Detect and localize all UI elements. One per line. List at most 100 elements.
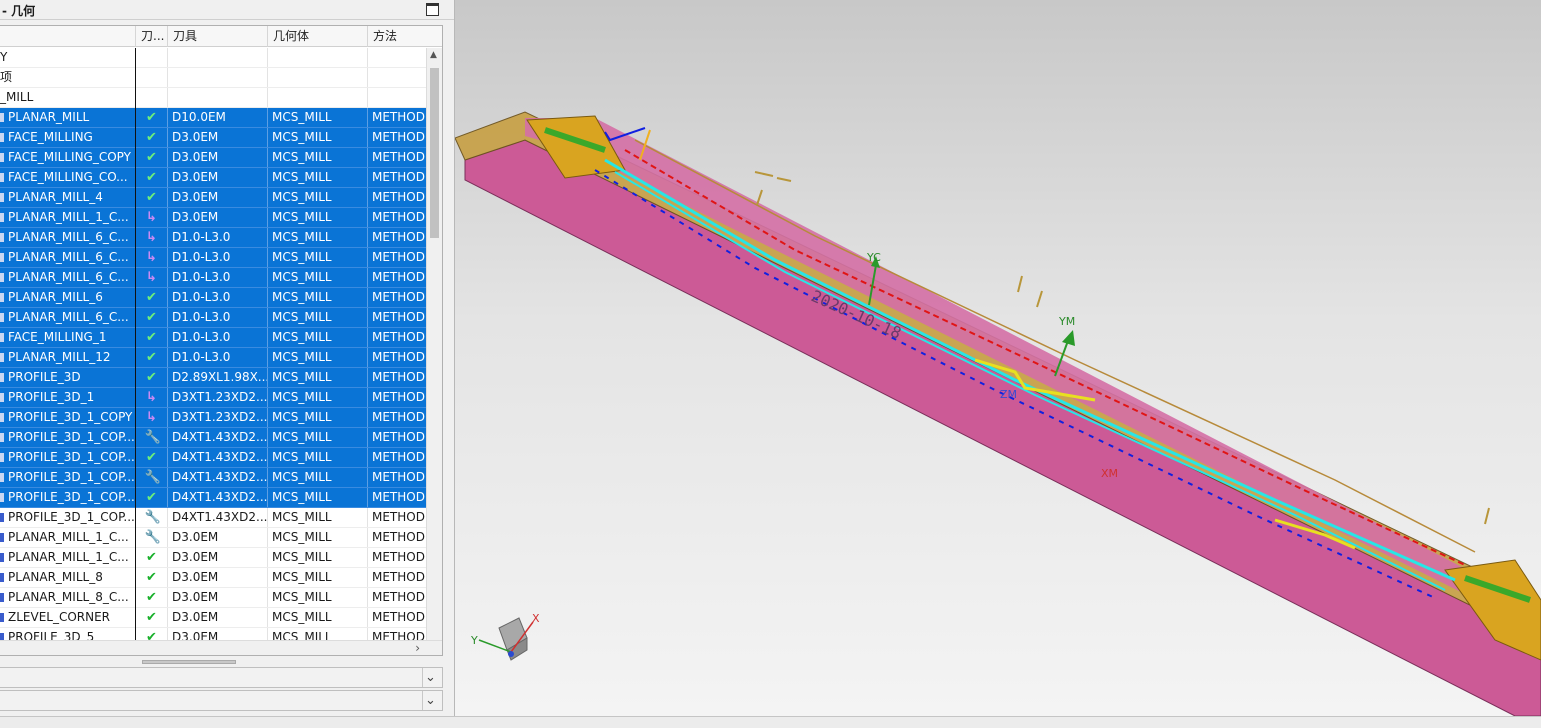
op-geometry-text: MCS_MILL (272, 590, 332, 604)
dependencies-panel[interactable]: ⌄ (0, 690, 443, 711)
operation-icon (0, 413, 4, 422)
splitter-handle[interactable] (142, 660, 236, 664)
op-tool-text: D3.0EM (172, 590, 219, 604)
scroll-up-icon[interactable]: ▲ (430, 50, 437, 60)
op-name: PROFILE_3D_1_COP... (0, 428, 136, 447)
op-name-text: Y (0, 50, 8, 64)
op-geometry-text: MCS_MILL (272, 130, 332, 144)
table-row[interactable]: 项 (0, 68, 426, 88)
op-tool: D3.0EM (168, 188, 268, 207)
details-panel[interactable]: ⌄ (0, 667, 443, 688)
op-method-text: METHOD (372, 550, 425, 564)
op-geometry: MCS_MILL (268, 208, 368, 227)
table-row[interactable]: PLANAR_MILL_6 ✔ D1.0-L3.0 MCS_MILL METHOD (0, 288, 426, 308)
vertical-scroll-thumb[interactable] (430, 68, 439, 238)
table-row[interactable]: PLANAR_MILL_8_C... ✔ D3.0EM MCS_MILL METHOD (0, 588, 426, 608)
column-header-tool[interactable]: 刀具 (168, 26, 268, 47)
table-row[interactable]: PLANAR_MILL_4 ✔ D3.0EM MCS_MILL METHOD (0, 188, 426, 208)
op-name-text: PLANAR_MILL_1_C... (8, 210, 129, 224)
part-body (464, 139, 1541, 716)
table-row[interactable]: FACE_MILLING_COPY ✔ D3.0EM MCS_MILL METHOD (0, 148, 426, 168)
op-tool: D3.0EM (168, 128, 268, 147)
op-geometry: MCS_MILL (268, 448, 368, 467)
op-name: PROFILE_3D_1_COPY (0, 408, 136, 427)
table-row[interactable]: Y (0, 48, 426, 68)
op-geometry: MCS_MILL (268, 528, 368, 547)
scroll-right-icon[interactable]: › (415, 641, 420, 655)
op-geometry-text: MCS_MILL (272, 570, 332, 584)
table-row[interactable]: PLANAR_MILL_6_C... ↳ D1.0-L3.0 MCS_MILL METH… (0, 268, 426, 288)
table-row[interactable]: PLANAR_MILL_6_C... ✔ D1.0-L3.0 MCS_MILL METH… (0, 308, 426, 328)
table-row[interactable]: PLANAR_MILL ✔ D10.0EM MCS_MILL METHOD (0, 108, 426, 128)
op-status (136, 48, 168, 67)
table-row[interactable]: PROFILE_3D_1_COP... 🔧 D4XT1.43XD2... MCS_MI… (0, 468, 426, 488)
column-header-method[interactable]: 方法 (368, 26, 426, 47)
op-method (368, 68, 426, 87)
table-row[interactable]: PROFILE_3D_1_COP... ✔ D4XT1.43XD2... MCS_MI… (0, 488, 426, 508)
op-status: ✔ (136, 348, 168, 367)
table-row[interactable]: PLANAR_MILL_1_C... 🔧 D3.0EM MCS_MILL METHOD (0, 528, 426, 548)
op-status: ✔ (136, 148, 168, 167)
op-tool-text: D3.0EM (172, 610, 219, 624)
table-row[interactable]: PROFILE_3D_1_COP... 🔧 D4XT1.43XD2... MCS_MI… (0, 428, 426, 448)
table-row[interactable]: _MILL (0, 88, 426, 108)
op-geometry-text: MCS_MILL (272, 430, 332, 444)
table-row[interactable]: PLANAR_MILL_1_C... ✔ D3.0EM MCS_MILL METHOD (0, 548, 426, 568)
column-header-geometry[interactable]: 几何体 (268, 26, 368, 47)
regenerate-icon: ↳ (146, 390, 157, 405)
op-tool: D2.89XL1.98X... (168, 368, 268, 387)
graphics-viewport[interactable]: YC YM ZM XM 2020-10-18 X Y (455, 0, 1541, 716)
vertical-scrollbar[interactable]: ▲ ⌄ (426, 48, 442, 647)
op-method: METHOD (368, 268, 426, 287)
horizontal-scrollbar[interactable]: › (0, 640, 442, 655)
op-tool-text: D3XT1.23XD2... (172, 410, 268, 424)
op-geometry: MCS_MILL (268, 388, 368, 407)
op-geometry: MCS_MILL (268, 168, 368, 187)
table-row[interactable]: PROFILE_3D_1 ↳ D3XT1.23XD2... MCS_MILL METHO… (0, 388, 426, 408)
column-header-name[interactable] (0, 26, 136, 47)
op-method: METHOD (368, 508, 426, 527)
panel-splitter[interactable] (0, 657, 443, 665)
op-geometry-text: MCS_MILL (272, 150, 332, 164)
table-row[interactable]: PROFILE_3D_1_COPY ↳ D3XT1.23XD2... MCS_MILL… (0, 408, 426, 428)
op-status: ✔ (136, 328, 168, 347)
op-name: PLANAR_MILL_6_C... (0, 248, 136, 267)
operation-icon (0, 113, 4, 122)
chevron-down-icon[interactable]: ⌄ (422, 668, 438, 687)
op-geometry-text: MCS_MILL (272, 370, 332, 384)
table-row[interactable]: FACE_MILLING_CO... ✔ D3.0EM MCS_MILL METHOD (0, 168, 426, 188)
operation-icon (0, 493, 4, 502)
op-method-text: METHOD (372, 390, 425, 404)
op-name: PROFILE_3D_1_COP... (0, 488, 136, 507)
table-row[interactable]: PLANAR_MILL_8 ✔ D3.0EM MCS_MILL METHOD (0, 568, 426, 588)
op-tool (168, 88, 268, 107)
wrench-icon: 🔧 (144, 510, 161, 525)
op-status: ↳ (136, 228, 168, 247)
op-status: ✔ (136, 288, 168, 307)
table-row[interactable]: PROFILE_3D ✔ D2.89XL1.98X... MCS_MILL METHOD (0, 368, 426, 388)
table-row[interactable]: ZLEVEL_CORNER ✔ D3.0EM MCS_MILL METHOD (0, 608, 426, 628)
table-row[interactable]: PLANAR_MILL_1_C... ↳ D3.0EM MCS_MILL METHOD (0, 208, 426, 228)
table-row[interactable]: FACE_MILLING ✔ D3.0EM MCS_MILL METHOD (0, 128, 426, 148)
operation-navigator: - 几何 刀... 刀具 几何体 方法 Y 项 _MILL PLANAR_MILL ✔ D… (0, 0, 455, 728)
table-row[interactable]: PROFILE_3D_1_COP... ✔ D4XT1.43XD2... MCS_MI… (0, 448, 426, 468)
op-method: METHOD (368, 108, 426, 127)
operation-icon (0, 353, 4, 362)
op-geometry: MCS_MILL (268, 188, 368, 207)
op-geometry: MCS_MILL (268, 548, 368, 567)
op-geometry (268, 88, 368, 107)
op-name-text: PLANAR_MILL (8, 110, 90, 124)
maximize-icon[interactable] (426, 3, 439, 16)
op-tool: D3.0EM (168, 548, 268, 567)
part-inner-face (525, 118, 1541, 632)
op-name-text: FACE_MILLING (8, 130, 93, 144)
table-row[interactable]: PLANAR_MILL_6_C... ↳ D1.0-L3.0 MCS_MILL METH… (0, 228, 426, 248)
op-geometry: MCS_MILL (268, 128, 368, 147)
table-row[interactable]: FACE_MILLING_1 ✔ D1.0-L3.0 MCS_MILL METHOD (0, 328, 426, 348)
column-header-status[interactable]: 刀... (136, 26, 168, 47)
table-row[interactable]: PROFILE_3D_1_COP... 🔧 D4XT1.43XD2... MCS_MI… (0, 508, 426, 528)
table-row[interactable]: PLANAR_MILL_6_C... ↳ D1.0-L3.0 MCS_MILL METH… (0, 248, 426, 268)
table-row[interactable]: PLANAR_MILL_12 ✔ D1.0-L3.0 MCS_MILL METHOD (0, 348, 426, 368)
chevron-down-icon[interactable]: ⌄ (422, 691, 438, 710)
regenerate-icon: ↳ (146, 270, 157, 285)
